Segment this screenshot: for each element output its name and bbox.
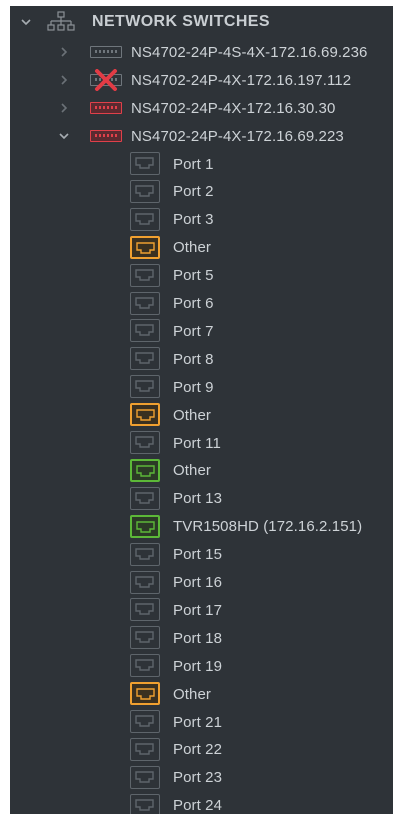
port-row[interactable]: Port 2 [10,178,393,206]
ethernet-port-icon [130,654,160,678]
switch-label: NS4702-24P-4S-4X-172.16.69.236 [131,43,368,61]
port-row[interactable]: Port 3 [10,206,393,234]
switch-node[interactable]: NS4702-24P-4X-172.16.30.30 [10,94,393,122]
port-label: Port 17 [173,601,223,619]
ethernet-port-icon [130,737,160,761]
port-row[interactable]: Port 15 [10,541,393,569]
chevron-right-icon[interactable] [58,102,70,114]
port-row[interactable]: Other [10,680,393,708]
port-label: Port 1 [173,155,214,173]
ethernet-port-warning-icon [130,682,160,706]
port-label: Port 15 [173,546,223,564]
port-label: Other [173,239,212,257]
ethernet-port-icon [130,793,160,814]
ethernet-port-warning-icon [130,235,160,259]
port-row[interactable]: Port 17 [10,596,393,624]
offline-x-icon [94,69,118,91]
port-label: Port 18 [173,629,223,647]
port-label: Port 8 [173,350,214,368]
switch-alarm-icon [90,102,122,114]
port-row[interactable]: Port 1 [10,150,393,178]
switch-node[interactable]: NS4702-24P-4S-4X-172.16.69.236 [10,38,393,66]
ethernet-port-warning-icon [130,403,160,427]
port-row[interactable]: Port 22 [10,736,393,764]
network-icon [46,11,76,33]
port-label: Port 16 [173,574,223,591]
switch-label: NS4702-24P-4X-172.16.30.30 [131,99,336,117]
port-label: Port 21 [173,713,223,731]
port-label: Port 7 [173,322,214,340]
tree-root-label: NETWORK SWITCHES [92,13,270,30]
tree-root-network-switches[interactable]: NETWORK SWITCHES [10,8,393,36]
port-row[interactable]: Other [10,457,393,485]
chevron-down-icon[interactable] [58,130,70,142]
port-label: Port 2 [173,183,214,201]
switch-node-expanded[interactable]: NS4702-24P-4X-172.16.69.223 [10,122,393,150]
port-row[interactable]: Port 18 [10,624,393,652]
port-label: Port 19 [173,657,223,675]
switch-alarm-icon [90,130,122,142]
port-row[interactable]: Port 7 [10,317,393,345]
ethernet-port-icon [130,375,160,399]
switch-icon [90,46,122,58]
port-label: Port 3 [173,211,214,229]
chevron-right-icon[interactable] [58,46,70,58]
chevron-right-icon[interactable] [58,74,70,86]
port-row[interactable]: Port 21 [10,708,393,736]
ethernet-port-icon [130,291,160,315]
port-label: Port 6 [173,295,214,312]
port-row[interactable]: TVR1508HD (172.16.2.151) [10,513,393,541]
port-row[interactable]: Port 11 [10,429,393,457]
switch-node[interactable]: NS4702-24P-4X-172.16.197.112 [10,66,393,94]
port-row[interactable]: Port 5 [10,262,393,290]
ethernet-port-icon [130,486,160,510]
port-label: Port 11 [173,434,221,452]
port-row[interactable]: Other [10,234,393,262]
port-row[interactable]: Port 9 [10,373,393,401]
port-row[interactable]: Other [10,401,393,429]
ethernet-port-icon [130,542,160,566]
ethernet-port-icon [130,598,160,622]
ethernet-port-icon [130,207,160,231]
switch-label: NS4702-24P-4X-172.16.197.112 [131,71,352,89]
ethernet-port-icon [130,347,160,371]
ethernet-port-active-icon [130,514,160,538]
port-label: TVR1508HD (172.16.2.151) [173,518,363,536]
device-tree-panel: NETWORK SWITCHES NS4702-24P-4S-4X-172.16… [10,6,393,814]
port-label: Other [173,685,212,703]
port-row[interactable]: Port 16 [10,569,393,597]
port-label: Port 13 [173,490,223,508]
port-label: Port 9 [173,378,214,396]
port-label: Port 24 [173,797,223,814]
ethernet-port-icon [130,710,160,733]
chevron-down-icon[interactable] [20,16,32,28]
ethernet-port-icon [130,152,160,175]
port-label: Port 23 [173,769,223,787]
port-row[interactable]: Port 23 [10,764,393,792]
switch-label: NS4702-24P-4X-172.16.69.223 [131,127,344,145]
port-row[interactable]: Port 19 [10,652,393,680]
ethernet-port-icon [130,431,160,454]
ethernet-port-icon [130,626,160,650]
port-row[interactable]: Port 13 [10,485,393,513]
ethernet-port-icon [130,319,160,343]
port-label: Port 22 [173,741,223,759]
port-label: Other [173,406,212,424]
ethernet-port-icon [130,765,160,789]
ethernet-port-icon [130,263,160,287]
port-label: Port 5 [173,267,214,285]
ethernet-port-icon [130,179,160,203]
ethernet-port-active-icon [130,458,160,482]
port-row[interactable]: Port 6 [10,290,393,318]
port-label: Other [173,462,212,480]
port-row[interactable]: Port 24 [10,792,393,814]
ethernet-port-icon [130,570,160,594]
port-row[interactable]: Port 8 [10,345,393,373]
